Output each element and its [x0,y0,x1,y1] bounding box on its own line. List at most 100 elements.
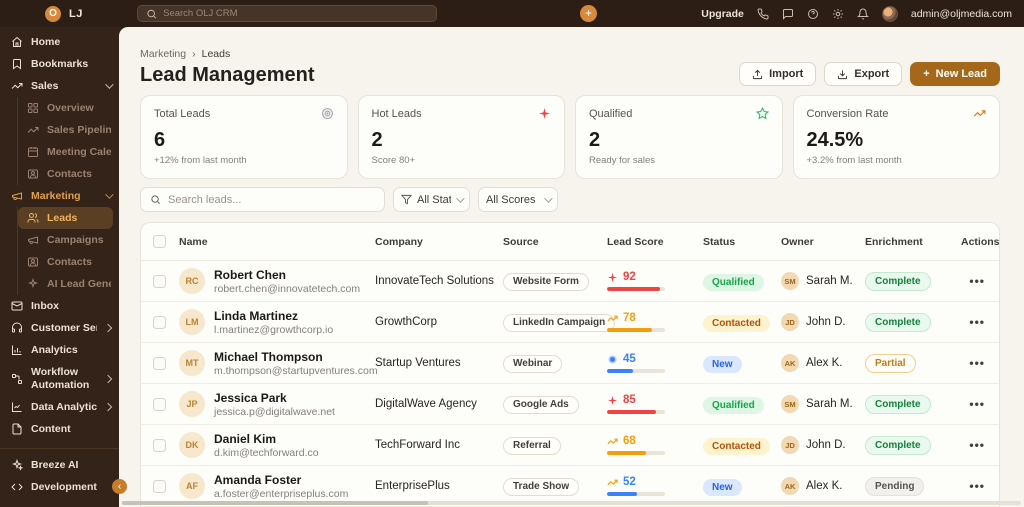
row-actions-button[interactable]: ••• [969,479,987,493]
sidebar-item-development[interactable]: Development [0,476,119,498]
owner-avatar: SM [781,395,799,413]
sidebar-item-content[interactable]: Content [0,418,119,440]
table-row[interactable]: JP Jessica Park jessica.p@digitalwave.ne… [141,384,999,425]
row-actions-button[interactable]: ••• [969,274,987,288]
lead-name[interactable]: Jessica Park [214,391,335,405]
bar-chart-icon [12,345,22,355]
global-search[interactable] [136,5,437,22]
sidebar-item-home[interactable]: Home [0,31,119,53]
code-icon [11,483,23,491]
chat-icon[interactable] [782,8,794,20]
row-checkbox[interactable] [153,438,166,452]
sidebar-item-leads[interactable]: Leads [18,207,113,229]
row-checkbox[interactable] [153,315,166,329]
enrichment-badge: Complete [865,436,931,455]
owner-name: Alex K. [806,480,843,492]
user-email[interactable]: admin@oljmedia.com [911,8,1012,20]
sidebar-label: Contacts [47,256,92,268]
lead-score: 45 [607,353,703,373]
trending-up-icon [11,83,23,89]
table-row[interactable]: MT Michael Thompson m.thompson@startupve… [141,343,999,384]
main-content: Marketing › Leads Lead Management Import… [119,27,1024,507]
sidebar-label: Meeting Calendar [47,146,111,158]
download-icon [838,69,848,79]
score-value: 92 [623,271,636,283]
sidebar-item-overview[interactable]: Overview [18,97,119,119]
breadcrumb-marketing[interactable]: Marketing [140,48,186,60]
sidebar-label: Sales Pipeline [47,124,111,136]
select-all-checkbox[interactable] [153,235,166,248]
sidebar-item-meeting-calendar[interactable]: Meeting Calendar [18,141,119,163]
stat-subtext: Ready for sales [589,155,656,166]
sidebar-item-sales[interactable]: Sales [0,75,119,97]
new-lead-label: New Lead [935,68,987,80]
lead-name[interactable]: Michael Thompson [214,350,378,364]
source-badge: Website Form [503,272,589,291]
sidebar-item-breeze-ai[interactable]: Breeze AI [0,454,119,476]
status-filter-dropdown[interactable]: All Status [393,187,470,212]
row-actions-button[interactable]: ••• [969,397,987,411]
enrichment-badge: Complete [865,313,931,332]
row-actions-button[interactable]: ••• [969,438,987,452]
sidebar-item-campaigns[interactable]: Campaigns [18,229,119,251]
lead-email: robert.chen@innovatetech.com [214,282,361,295]
header-source: Source [503,235,539,248]
global-search-input[interactable] [163,8,428,19]
row-checkbox[interactable] [153,397,166,411]
bell-icon[interactable] [856,8,869,20]
scores-filter-dropdown[interactable]: All Scores [478,187,558,212]
lead-name[interactable]: Robert Chen [214,268,360,282]
owner-avatar: SM [781,272,799,290]
sidebar-collapse-button[interactable]: ‹ [112,479,127,494]
sidebar-item-inbox[interactable]: Inbox [0,295,119,317]
upgrade-link[interactable]: Upgrade [701,8,744,20]
source-badge: Google Ads [503,395,579,414]
row-checkbox[interactable] [153,356,166,370]
scrollbar-thumb[interactable] [122,501,428,505]
sidebar-item-sales-pipeline[interactable]: Sales Pipeline [18,119,119,141]
import-button[interactable]: Import [739,62,817,86]
new-lead-button[interactable]: + New Lead [910,62,1000,86]
sidebar-item-workflow-automation[interactable]: Workflow Automation [0,361,119,396]
row-checkbox[interactable] [153,274,166,288]
export-button[interactable]: Export [824,62,903,86]
filter-icon [401,194,412,205]
settings-icon[interactable] [832,8,844,20]
sidebar-item-bookmarks[interactable]: Bookmarks [0,53,119,75]
stat-card-qualified: Qualified 2 Ready for sales [575,95,783,179]
row-checkbox[interactable] [153,479,166,493]
owner: JD John D. [781,436,865,454]
sidebar-label: Content [31,423,71,436]
sidebar-item-ai-lead-generation[interactable]: AI Lead Generation [18,273,119,295]
sidebar-item-contacts-marketing[interactable]: Contacts [18,251,119,273]
lead-name[interactable]: Amanda Foster [214,473,348,487]
sidebar-item-customer-service[interactable]: Customer Service [0,317,119,339]
table-row[interactable]: LM Linda Martinez l.martinez@growthcorp.… [141,302,999,343]
workflow-icon [12,373,22,384]
user-avatar[interactable] [881,5,898,22]
lead-name[interactable]: Daniel Kim [214,432,319,446]
row-actions-button[interactable]: ••• [969,315,987,329]
breadcrumb-leads[interactable]: Leads [202,48,231,60]
sidebar-item-marketing[interactable]: Marketing [0,185,119,207]
table-row[interactable]: RC Robert Chen robert.chen@innovatetech.… [141,261,999,302]
enrichment-badge: Partial [865,354,916,373]
filter-bar: All Status All Scores [140,187,1000,212]
leads-search[interactable] [140,187,385,212]
leads-search-input[interactable] [168,193,375,206]
sidebar-item-contacts[interactable]: Contacts [18,163,119,185]
import-label: Import [769,68,804,80]
table-row[interactable]: DK Daniel Kim d.kim@techforward.co TechF… [141,425,999,466]
quick-add-button[interactable]: + [580,5,597,22]
sidebar-item-analytics[interactable]: Analytics [0,339,119,361]
row-actions-button[interactable]: ••• [969,356,987,370]
horizontal-scrollbar[interactable] [122,501,1021,505]
sidebar-bottom-group: Breeze AI Development [0,448,119,507]
sidebar-item-data-analytics[interactable]: Data Analytics [0,396,119,418]
help-icon[interactable] [807,8,819,20]
app-logo[interactable]: O [45,5,61,22]
chevron-right-icon [103,374,113,383]
phone-icon[interactable] [757,7,769,20]
lead-name[interactable]: Linda Martinez [214,309,333,323]
chevron-right-icon [103,323,113,333]
